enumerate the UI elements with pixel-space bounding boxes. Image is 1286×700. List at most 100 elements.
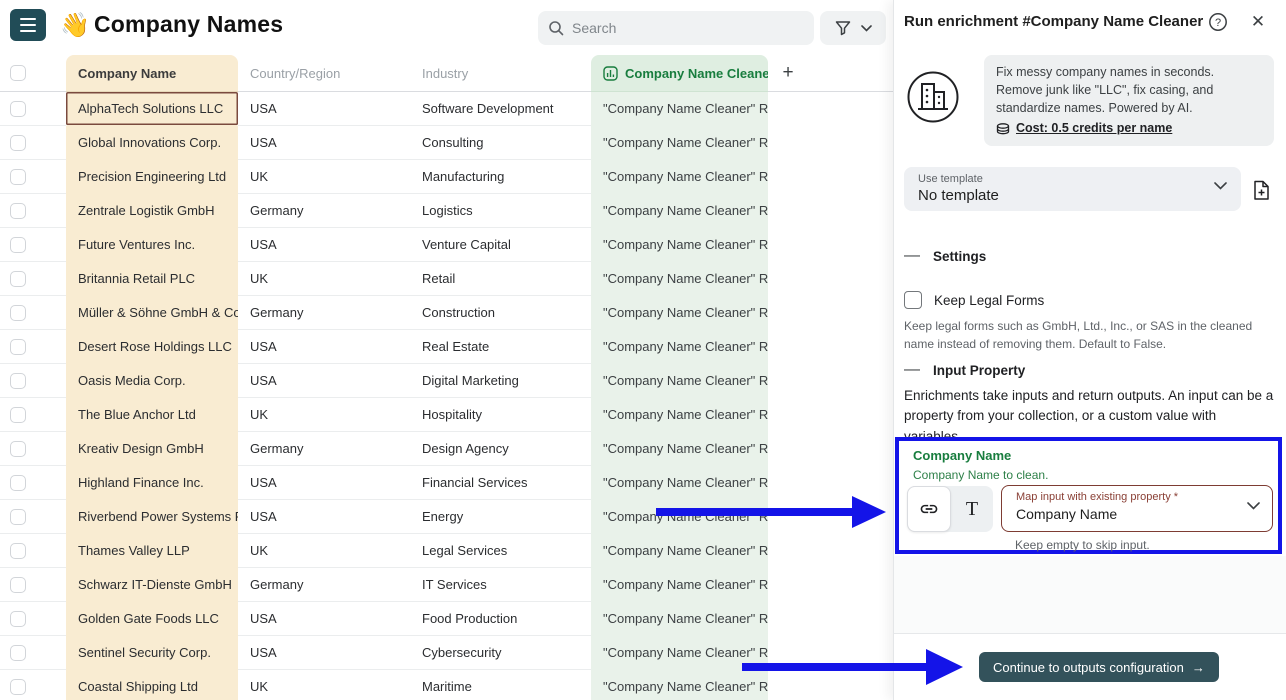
column-header-country[interactable]: Country/Region — [238, 55, 410, 92]
cell-industry[interactable]: Construction — [410, 296, 591, 330]
search-input[interactable] — [572, 20, 804, 36]
cell-country[interactable]: UK — [238, 398, 410, 432]
map-property-toggle[interactable] — [907, 486, 951, 532]
help-button[interactable]: ? — [1206, 10, 1230, 34]
search-box[interactable] — [538, 11, 814, 45]
cell-industry[interactable]: Software Development — [410, 92, 591, 126]
cell-cleaner[interactable]: "Company Name Cleaner" R... — [591, 432, 768, 466]
row-checkbox[interactable] — [10, 509, 26, 525]
cell-cleaner[interactable]: "Company Name Cleaner" R... — [591, 602, 768, 636]
row-checkbox[interactable] — [10, 339, 26, 355]
column-header-company[interactable]: Company Name — [66, 55, 238, 92]
cell-country[interactable]: USA — [238, 364, 410, 398]
continue-button[interactable]: Continue to outputs configuration → — [979, 652, 1219, 682]
cost-line[interactable]: Cost: 0.5 credits per name — [996, 120, 1262, 138]
cell-cleaner[interactable]: "Company Name Cleaner" R... — [591, 500, 768, 534]
column-header-industry[interactable]: Industry — [410, 55, 591, 92]
cell-country[interactable]: USA — [238, 602, 410, 636]
cell-country[interactable]: USA — [238, 500, 410, 534]
cell-cleaner[interactable]: "Company Name Cleaner" R... — [591, 568, 768, 602]
cell-industry[interactable]: Design Agency — [410, 432, 591, 466]
cell-company[interactable]: Highland Finance Inc. — [66, 466, 238, 500]
cell-country[interactable]: USA — [238, 228, 410, 262]
add-column-button[interactable]: + — [768, 55, 808, 92]
cell-company[interactable]: Thames Valley LLP — [66, 534, 238, 568]
row-checkbox[interactable] — [10, 271, 26, 287]
cell-country[interactable]: Germany — [238, 296, 410, 330]
row-checkbox[interactable] — [10, 407, 26, 423]
cell-industry[interactable]: Retail — [410, 262, 591, 296]
cell-cleaner[interactable]: "Company Name Cleaner" R... — [591, 636, 768, 670]
cell-company[interactable]: Oasis Media Corp. — [66, 364, 238, 398]
cell-company[interactable]: Sentinel Security Corp. — [66, 636, 238, 670]
cell-cleaner[interactable]: "Company Name Cleaner" R... — [591, 670, 768, 700]
row-checkbox[interactable] — [10, 679, 26, 695]
map-input-dropdown[interactable]: Map input with existing property * Compa… — [1001, 485, 1273, 532]
cell-company[interactable]: Kreativ Design GmbH — [66, 432, 238, 466]
cell-cleaner[interactable]: "Company Name Cleaner" R... — [591, 534, 768, 568]
template-select[interactable]: Use template No template — [904, 167, 1241, 211]
cell-cleaner[interactable]: "Company Name Cleaner" R... — [591, 296, 768, 330]
custom-text-toggle[interactable]: T — [951, 486, 993, 532]
cell-country[interactable]: USA — [238, 466, 410, 500]
row-checkbox[interactable] — [10, 543, 26, 559]
row-checkbox[interactable] — [10, 475, 26, 491]
select-all-checkbox[interactable] — [10, 65, 26, 81]
cell-industry[interactable]: Energy — [410, 500, 591, 534]
cell-industry[interactable]: Logistics — [410, 194, 591, 228]
cell-country[interactable]: UK — [238, 670, 410, 700]
cell-industry[interactable]: IT Services — [410, 568, 591, 602]
row-checkbox[interactable] — [10, 577, 26, 593]
cell-company[interactable]: Zentrale Logistik GmbH — [66, 194, 238, 228]
row-checkbox[interactable] — [10, 101, 26, 117]
row-checkbox[interactable] — [10, 135, 26, 151]
settings-section-toggle[interactable]: — Settings — [904, 247, 986, 265]
close-icon[interactable]: ✕ — [1246, 10, 1270, 34]
cell-country[interactable]: UK — [238, 262, 410, 296]
menu-button[interactable] — [10, 9, 46, 41]
cell-country[interactable]: Germany — [238, 194, 410, 228]
cell-country[interactable]: USA — [238, 92, 410, 126]
cell-industry[interactable]: Food Production — [410, 602, 591, 636]
cell-company[interactable]: Precision Engineering Ltd — [66, 160, 238, 194]
cell-industry[interactable]: Legal Services — [410, 534, 591, 568]
cell-company[interactable]: Coastal Shipping Ltd — [66, 670, 238, 700]
cell-cleaner[interactable]: "Company Name Cleaner" R... — [591, 160, 768, 194]
cell-country[interactable]: UK — [238, 160, 410, 194]
cell-cleaner[interactable]: "Company Name Cleaner" R... — [591, 262, 768, 296]
cell-cleaner[interactable]: "Company Name Cleaner" R... — [591, 466, 768, 500]
cell-country[interactable]: Germany — [238, 568, 410, 602]
row-checkbox[interactable] — [10, 611, 26, 627]
cell-cleaner[interactable]: "Company Name Cleaner" R... — [591, 364, 768, 398]
input-property-section-toggle[interactable]: — Input Property — [904, 361, 1025, 379]
cell-company[interactable]: Golden Gate Foods LLC — [66, 602, 238, 636]
row-checkbox[interactable] — [10, 169, 26, 185]
cell-cleaner[interactable]: "Company Name Cleaner" R... — [591, 398, 768, 432]
cell-company[interactable]: Future Ventures Inc. — [66, 228, 238, 262]
cell-industry[interactable]: Consulting — [410, 126, 591, 160]
row-checkbox[interactable] — [10, 441, 26, 457]
cell-cleaner[interactable]: "Company Name Cleaner" R... — [591, 330, 768, 364]
filter-button[interactable] — [820, 11, 886, 45]
cell-company[interactable]: Desert Rose Holdings LLC — [66, 330, 238, 364]
cell-country[interactable]: USA — [238, 330, 410, 364]
keep-legal-forms-checkbox[interactable] — [904, 291, 922, 309]
cell-company[interactable]: The Blue Anchor Ltd — [66, 398, 238, 432]
row-checkbox[interactable] — [10, 305, 26, 321]
cell-industry[interactable]: Manufacturing — [410, 160, 591, 194]
cell-industry[interactable]: Cybersecurity — [410, 636, 591, 670]
cell-company[interactable]: Global Innovations Corp. — [66, 126, 238, 160]
cell-company[interactable]: Britannia Retail PLC — [66, 262, 238, 296]
cell-cleaner[interactable]: "Company Name Cleaner" R... — [591, 228, 768, 262]
cell-cleaner[interactable]: "Company Name Cleaner" R... — [591, 194, 768, 228]
cell-company[interactable]: AlphaTech Solutions LLC — [66, 92, 238, 126]
cell-company[interactable]: Riverbend Power Systems P... — [66, 500, 238, 534]
row-checkbox[interactable] — [10, 237, 26, 253]
cell-industry[interactable]: Real Estate — [410, 330, 591, 364]
save-template-icon[interactable] — [1249, 178, 1273, 202]
cell-industry[interactable]: Maritime — [410, 670, 591, 700]
cell-cleaner[interactable]: "Company Name Cleaner" R... — [591, 92, 768, 126]
row-checkbox[interactable] — [10, 373, 26, 389]
cell-industry[interactable]: Hospitality — [410, 398, 591, 432]
cell-country[interactable]: Germany — [238, 432, 410, 466]
